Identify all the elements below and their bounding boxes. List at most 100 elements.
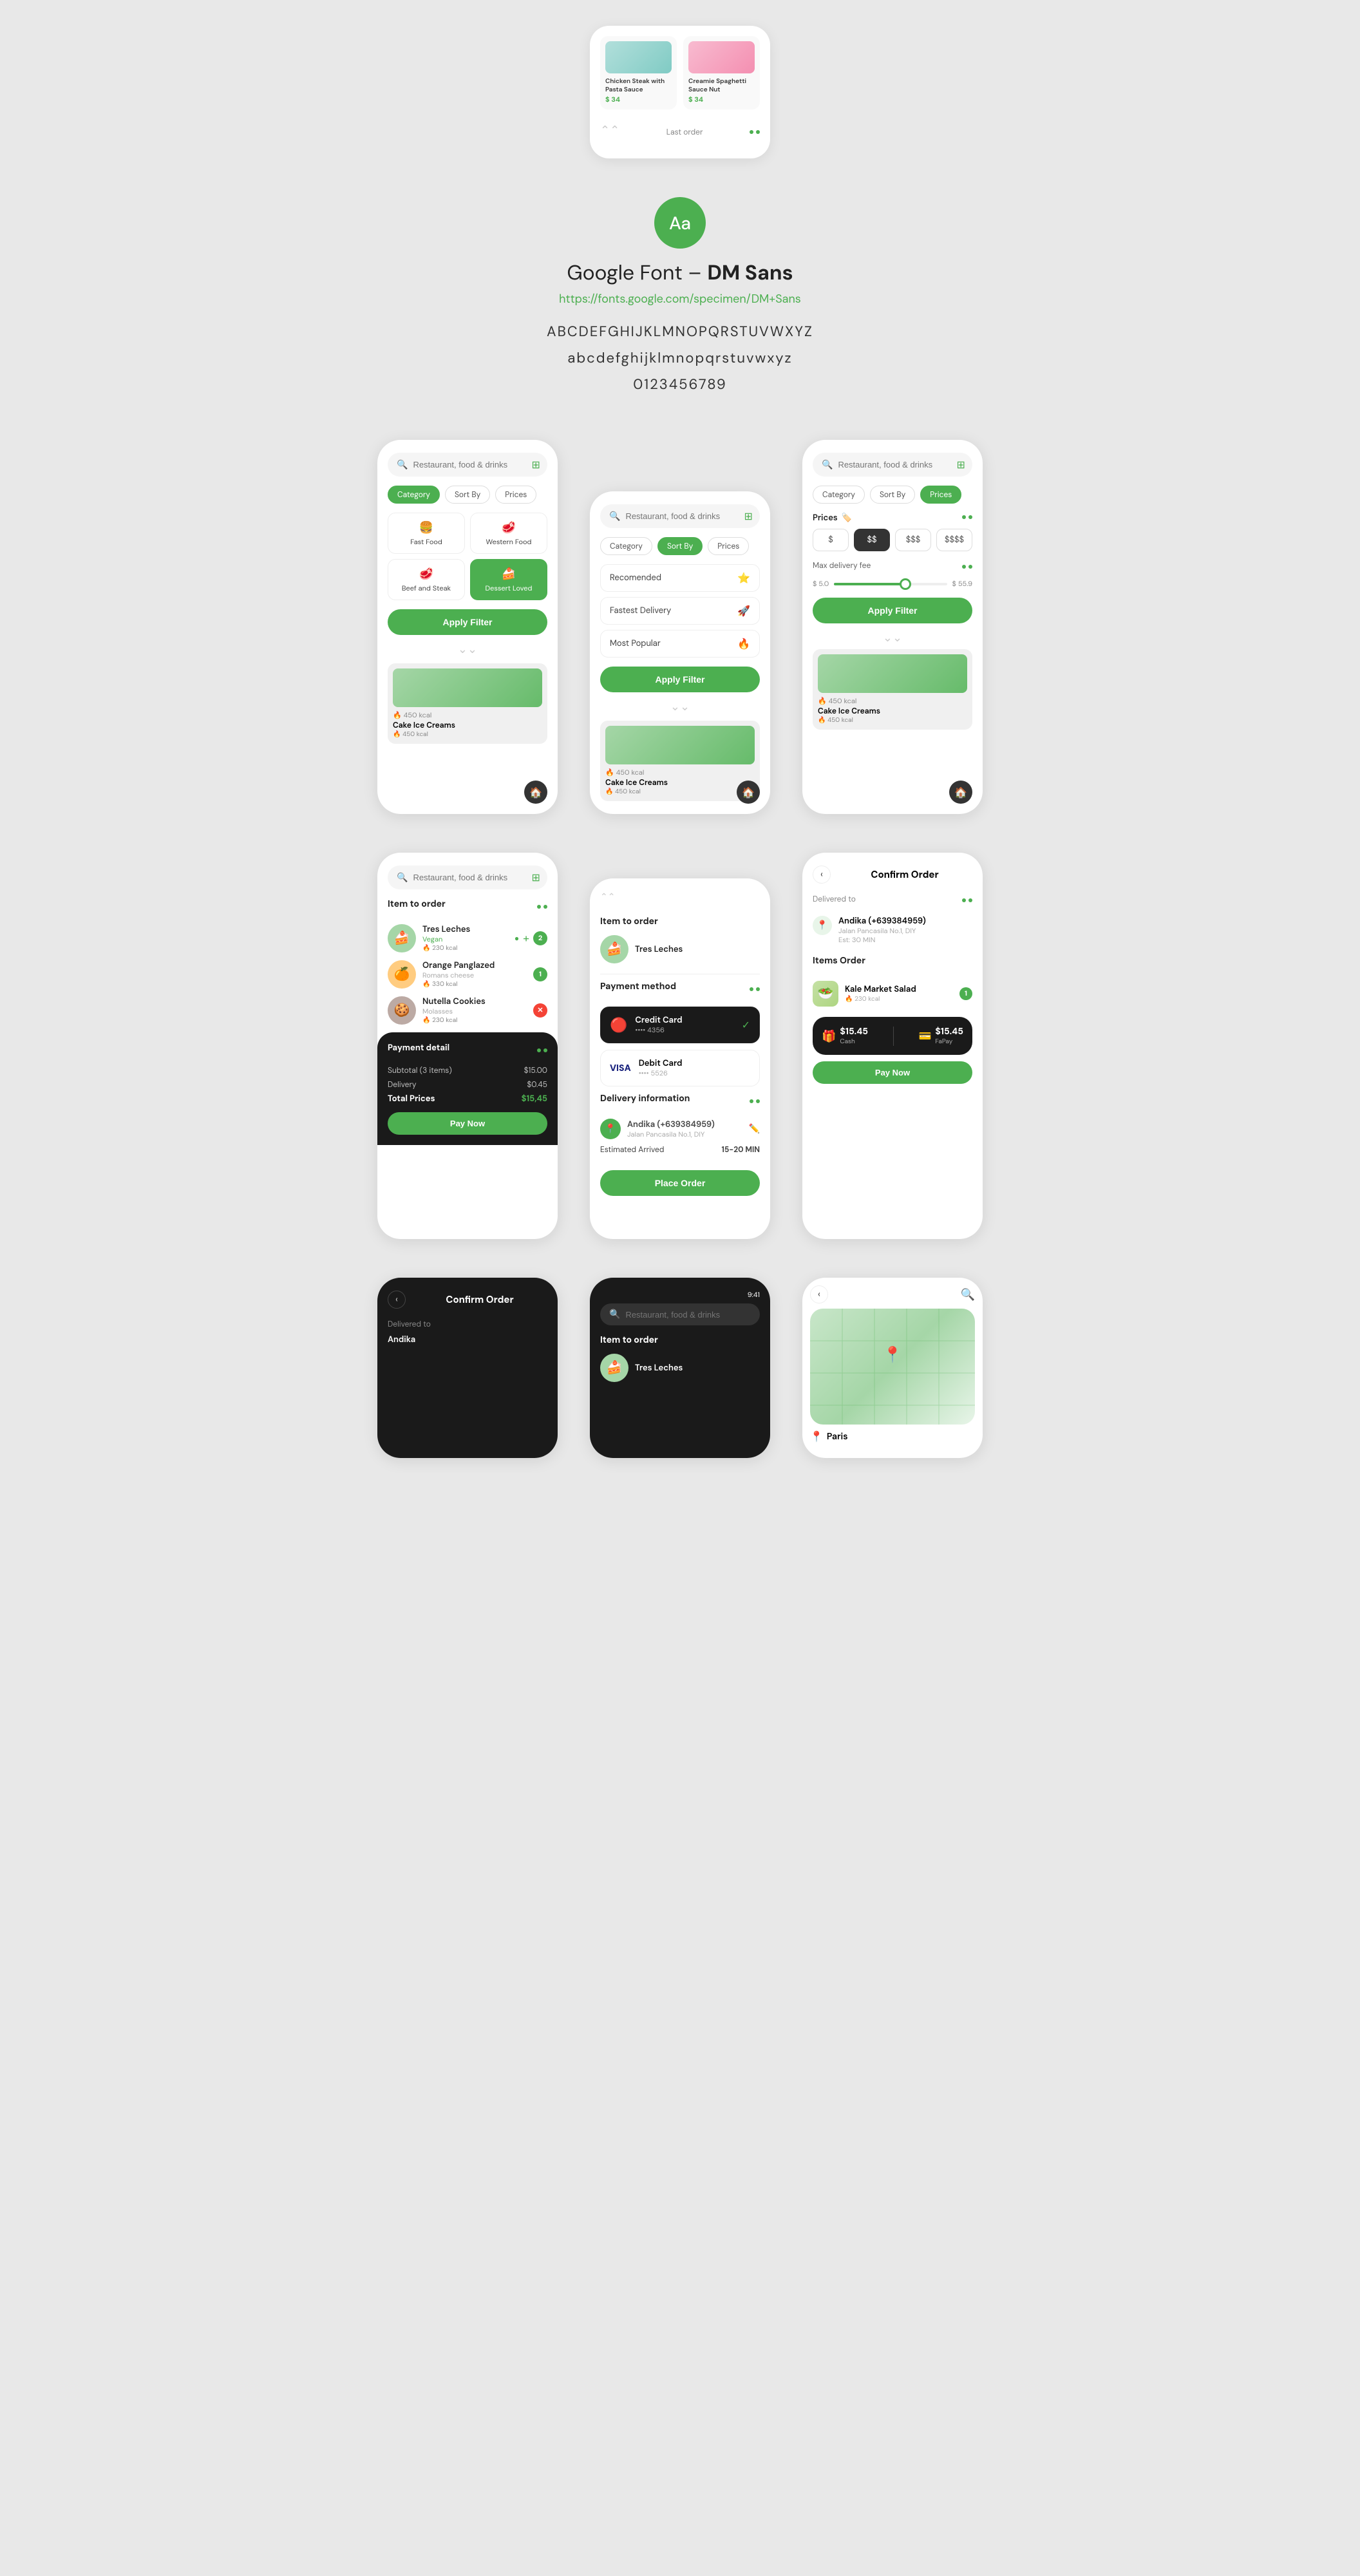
di-header: Delivery information [600, 1093, 760, 1112]
food-card-chicken[interactable]: Chicken Steak with Pasta Sauce $ 34 [600, 36, 677, 109]
food-cal-preview-3: 🔥 450 kcal [818, 697, 967, 706]
card-icon: 💳 [918, 1029, 931, 1043]
font-title: Google Font – DM Sans [567, 259, 793, 286]
star-icon: ⭐ [737, 571, 750, 585]
plus-icon-1[interactable]: + [523, 931, 529, 946]
apply-filter-btn-1[interactable]: Apply Filter [388, 609, 547, 635]
location-label-row: 📍 Paris [810, 1430, 975, 1443]
dark-back-btn[interactable]: ‹ [388, 1291, 406, 1309]
search-input-1[interactable] [413, 460, 526, 469]
nutella-badge[interactable]: ✕ [533, 1003, 547, 1018]
price-buttons: $ $$ $$$ $$$$ [813, 529, 972, 551]
food-preview-img-2 [605, 726, 755, 764]
food-name-preview-2: Cake Ice Creams [605, 777, 755, 788]
pay-now-btn-1[interactable]: Pay Now [388, 1112, 547, 1135]
food-preview-img-1 [393, 668, 542, 707]
cat-fast-food[interactable]: 🍔 Fast Food [388, 513, 465, 554]
phone-dark-confirm: ‹ Confirm Order Delivered to Andika [377, 1278, 558, 1458]
home-btn-3[interactable]: 🏠 [949, 781, 972, 804]
pill-prices-1[interactable]: Prices [495, 486, 536, 504]
fapay-amount: $15.45 [935, 1026, 963, 1037]
credit-card-option[interactable]: 🔴 Credit Card •••• 4356 ✓ [600, 1007, 760, 1043]
location-name: Paris [827, 1431, 848, 1443]
food-card-spaghetti[interactable]: Creamie Spaghetti Sauce Nut $ 34 [683, 36, 760, 109]
cat-western[interactable]: 🥩 Western Food [470, 513, 547, 554]
price-btn-4[interactable]: $$$$ [936, 529, 972, 551]
slider-thumb[interactable] [900, 578, 911, 590]
filter-icon-1[interactable]: ⊞ [531, 458, 540, 471]
pill-prices-2[interactable]: Prices [708, 537, 749, 555]
price-btn-2[interactable]: $$ [854, 529, 890, 551]
search-bar-2[interactable]: 🔍 ⊞ [600, 504, 760, 528]
confirm-header: ‹ Confirm Order [813, 866, 972, 884]
cat-dessert[interactable]: 🍰 Dessert Loved [470, 559, 547, 600]
map-back-btn[interactable]: ‹ [810, 1285, 828, 1303]
filter-icon-2[interactable]: ⊞ [744, 509, 752, 523]
debit-card-option[interactable]: VISA Debit Card •••• 5526 [600, 1050, 760, 1086]
debit-card-info: Debit Card •••• 5526 [639, 1058, 750, 1078]
chicken-img [605, 41, 672, 73]
search-bar-3[interactable]: 🔍 ⊞ [813, 453, 972, 477]
pay-now-btn-confirm[interactable]: Pay Now [813, 1061, 972, 1084]
dot-active [750, 130, 753, 134]
search-bar-4[interactable]: 🔍 ⊞ [388, 866, 547, 889]
est-label: Est: 30 MIN [838, 936, 926, 945]
food-card-preview-3[interactable]: 🔥 450 kcal Cake Ice Creams 🔥 450 kcal [813, 649, 972, 730]
credit-card-name: Credit Card [635, 1015, 733, 1026]
back-btn[interactable]: ‹ [813, 866, 831, 884]
cat-beef[interactable]: 🥩 Beef and Steak [388, 559, 465, 600]
uppercase-chars: ABCDEFGHIJKLMNOPQRSTUVWXYZ [547, 322, 813, 341]
search-input-4[interactable] [413, 873, 526, 882]
filter-icon-4[interactable]: ⊞ [531, 871, 540, 884]
search-input-dark[interactable] [625, 1310, 751, 1320]
edit-icon[interactable]: ✏️ [749, 1123, 760, 1135]
sort-popular[interactable]: Most Popular 🔥 [600, 630, 760, 658]
price-btn-3[interactable]: $$$ [895, 529, 931, 551]
pill-sortby-3[interactable]: Sort By [870, 486, 915, 504]
home-btn-1[interactable]: 🏠 [524, 781, 547, 804]
pill-category-1[interactable]: Category [388, 486, 440, 504]
kale-cal: 🔥 230 kcal [845, 995, 953, 1003]
pill-category-3[interactable]: Category [813, 486, 865, 504]
pill-sortby-2[interactable]: Sort By [657, 537, 703, 555]
place-order-btn[interactable]: Place Order [600, 1170, 760, 1196]
food-card-preview-1[interactable]: 🔥 450 kcal Cake Ice Creams 🔥 450 kcal [388, 663, 547, 744]
food-card-preview-2[interactable]: 🔥 450 kcal Cake Ice Creams 🔥 450 kcal [600, 721, 760, 801]
food-cal-preview-2: 🔥 450 kcal [605, 768, 755, 777]
home-btn-2[interactable]: 🏠 [737, 781, 760, 804]
order-item-tres-leches: 🍰 Tres Leches Vegan 🔥 230 kcal ● + 2 [388, 924, 547, 952]
chicken-price: $ 34 [605, 95, 672, 104]
font-link[interactable]: https://fonts.google.com/specimen/DM+San… [559, 291, 801, 307]
nutella-cal: 🔥 230 kcal [422, 1016, 527, 1025]
search-input-3[interactable] [838, 460, 951, 469]
search-map-icon[interactable]: 🔍 [961, 1287, 975, 1302]
tres-leches-badge: 2 [533, 931, 547, 945]
price-btn-1[interactable]: $ [813, 529, 849, 551]
orange-info: Orange Panglazed Romans cheese 🔥 330 kca… [422, 960, 527, 989]
apply-filter-btn-3[interactable]: Apply Filter [813, 598, 972, 623]
search-icon-3: 🔍 [822, 459, 833, 471]
tres-name-dark: Tres Leches [635, 1363, 760, 1374]
sort-fastest[interactable]: Fastest Delivery 🚀 [600, 597, 760, 625]
pill-prices-3[interactable]: Prices [920, 486, 961, 504]
pill-sortby-1[interactable]: Sort By [445, 486, 490, 504]
slider-track[interactable] [834, 583, 947, 585]
addr-info: Andika (+639384959) Jalan Pancasila No.1… [838, 916, 926, 945]
phone-confirm-order: ‹ Confirm Order Delivered to 📍 Andika (+… [802, 853, 983, 1239]
search-bar-dark[interactable]: 🔍 [600, 1303, 760, 1325]
phone-payment-method: ⌃⌃ Item to order 🍰 Tres Leches Payment m… [590, 878, 770, 1239]
item-order-title: Item to order [388, 898, 446, 910]
search-bar-1[interactable]: 🔍 ⊞ [388, 453, 547, 477]
apply-filter-btn-2[interactable]: Apply Filter [600, 667, 760, 692]
sort-recommended[interactable]: Recomended ⭐ [600, 564, 760, 592]
pm-title: Payment method [600, 981, 676, 992]
food-cal-preview-1: 🔥 450 kcal [393, 711, 542, 720]
divider-v [893, 1027, 894, 1046]
phone-map: ‹ 🔍 📍 📍 Paris [802, 1278, 983, 1458]
item-order-header: Item to order [388, 898, 547, 918]
filter-icon-3[interactable]: ⊞ [956, 458, 965, 471]
search-input-2[interactable] [625, 511, 739, 521]
pill-category-2[interactable]: Category [600, 537, 652, 555]
dark-confirm-title: Confirm Order [412, 1293, 547, 1306]
tres-leches-sub: Vegan [422, 935, 508, 944]
